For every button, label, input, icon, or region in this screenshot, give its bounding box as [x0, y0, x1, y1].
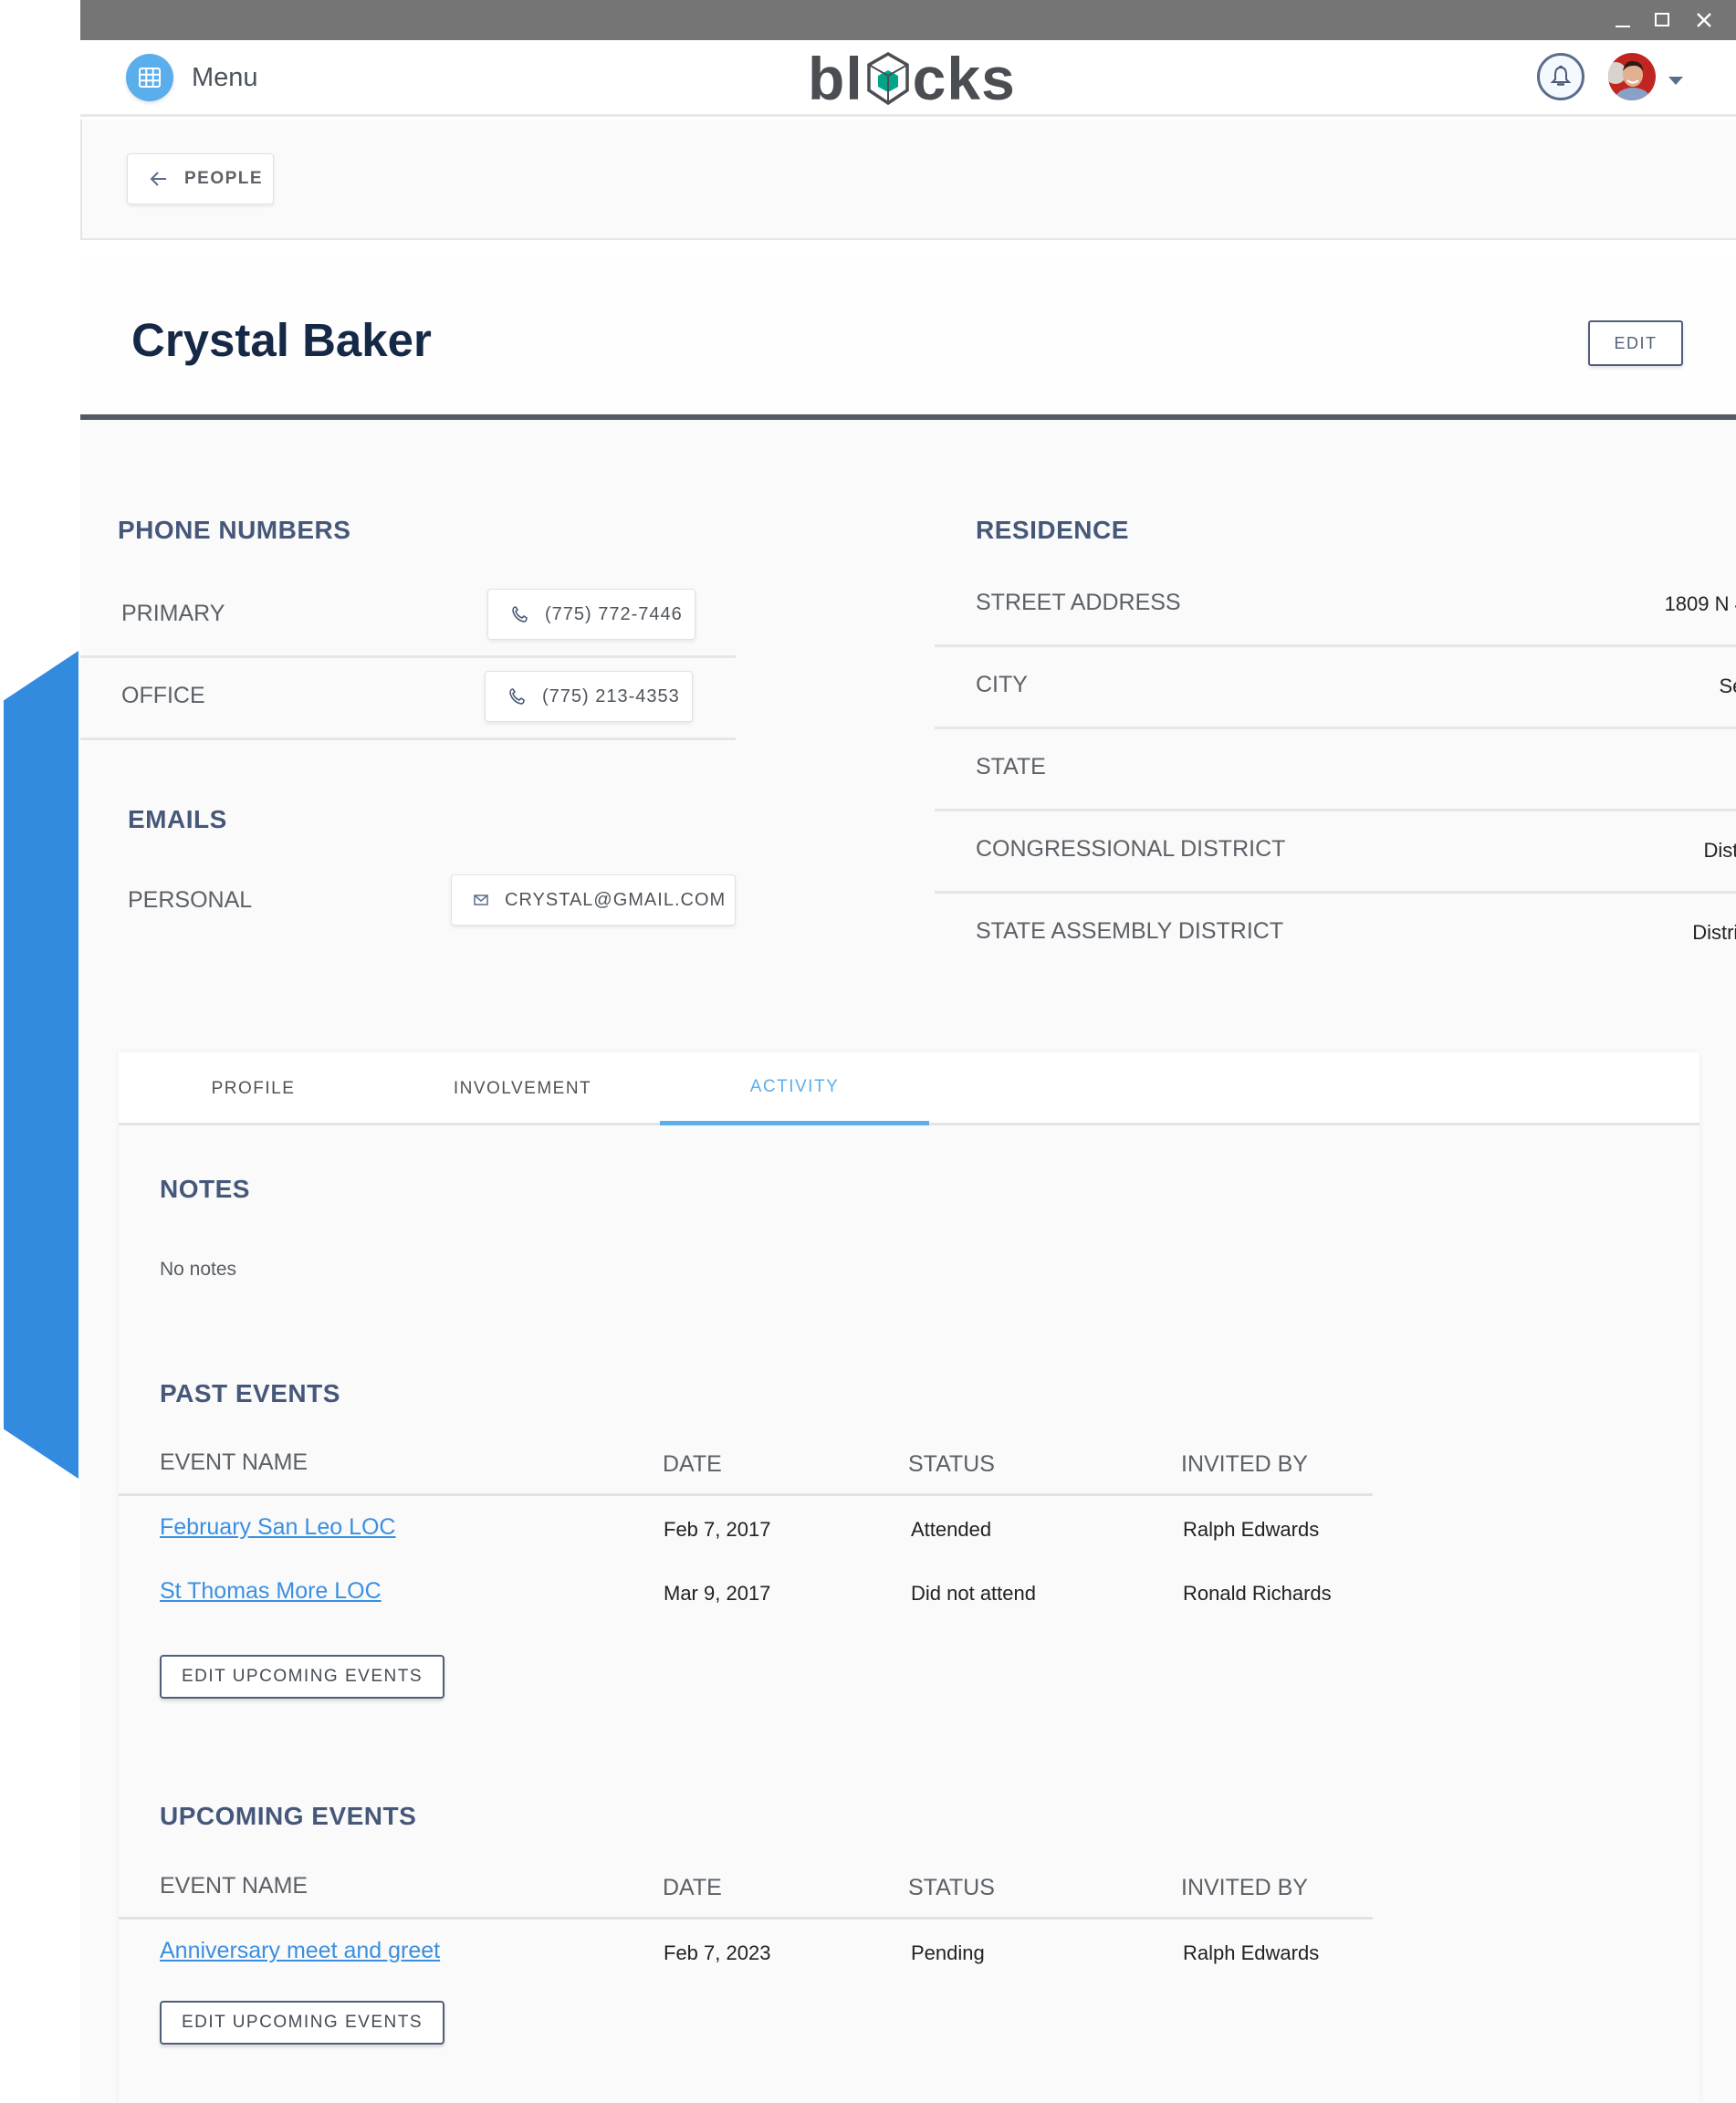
tab-profile[interactable]: PROFILE — [119, 1052, 388, 1125]
column-header: STATUS — [908, 1875, 995, 1900]
bell-icon — [1550, 65, 1572, 86]
person-header: Crystal Baker EDIT — [80, 260, 1736, 420]
menu-button[interactable]: Menu — [126, 54, 258, 101]
phone-value-primary: (775) 772-7446 — [545, 603, 683, 624]
email-label-personal: PERSONAL — [128, 887, 253, 913]
edit-upcoming-events-button[interactable]: EDIT UPCOMING EVENTS — [160, 2001, 444, 2045]
edit-past-events-button[interactable]: EDIT UPCOMING EVENTS — [160, 1655, 444, 1699]
blocks-logo[interactable]: bl cks — [808, 44, 1016, 113]
divider — [935, 644, 1736, 647]
breadcrumb-bar: PEOPLE — [80, 120, 1736, 240]
residence-label: STREET ADDRESS — [976, 590, 1181, 615]
phone-label-primary: PRIMARY — [121, 601, 225, 626]
column-header: EVENT NAME — [160, 1873, 309, 1899]
event-date: Feb 7, 2023 — [664, 1941, 771, 1964]
table-divider — [119, 1917, 1373, 1920]
residence-value: 1809 N 42 St — [1664, 592, 1736, 615]
residence-value: Seattle — [1719, 675, 1736, 697]
residence-label: STATE ASSEMBLY DISTRICT — [976, 918, 1284, 944]
notifications-button[interactable] — [1537, 53, 1584, 100]
side-panel-tab[interactable] — [4, 651, 78, 1479]
event-status: Pending — [911, 1941, 985, 1964]
column-header: INVITED BY — [1181, 1875, 1308, 1900]
cube-icon — [866, 51, 909, 106]
residence-heading: RESIDENCE — [976, 516, 1129, 544]
divider — [80, 655, 736, 658]
minimize-icon — [1616, 26, 1630, 27]
window-title-bar — [80, 0, 1736, 40]
residence-value: WA — [1508, 757, 1736, 780]
phone-numbers-heading: PHONE NUMBERS — [118, 516, 351, 544]
maximize-button[interactable] — [1655, 5, 1669, 26]
maximize-icon — [1655, 13, 1669, 26]
tab-involvement[interactable]: INVOLVEMENT — [388, 1052, 657, 1125]
tabs-bar: PROFILE INVOLVEMENT ACTIVITY — [119, 1052, 1699, 1125]
event-link[interactable]: St Thomas More LOC — [160, 1578, 382, 1605]
menu-circle — [126, 54, 173, 101]
logo-text-left: bl — [808, 45, 863, 112]
avatar-photo-icon — [1608, 53, 1656, 100]
divider — [935, 809, 1736, 811]
residence-value: District 1 — [1703, 839, 1736, 862]
divider — [935, 727, 1736, 729]
column-header: STATUS — [908, 1451, 995, 1477]
table-divider — [119, 1493, 1373, 1496]
residence-value: District 24 — [1692, 921, 1736, 944]
close-icon — [1697, 13, 1711, 27]
residence-label: CITY — [976, 672, 1028, 697]
tab-activity[interactable]: ACTIVITY — [660, 1052, 929, 1125]
phone-label-office: OFFICE — [121, 683, 205, 708]
event-status: Did not attend — [911, 1582, 1036, 1605]
column-header: DATE — [663, 1875, 722, 1900]
event-link[interactable]: February San Leo LOC — [160, 1514, 395, 1541]
event-invited-by: Ralph Edwards — [1183, 1518, 1320, 1541]
upcoming-events-heading: UPCOMING EVENTS — [160, 1802, 417, 1830]
phone-icon — [510, 605, 528, 623]
column-header: EVENT NAME — [160, 1449, 309, 1475]
back-label: PEOPLE — [184, 169, 264, 188]
divider — [935, 891, 1736, 894]
grid-icon — [139, 68, 161, 88]
divider — [80, 738, 736, 740]
logo-text-right: cks — [912, 45, 1016, 112]
email-chip-personal[interactable]: CRYSTAL@GMAIL.COM — [451, 874, 736, 926]
notes-text: No notes — [160, 1259, 237, 1280]
user-avatar[interactable] — [1608, 53, 1656, 100]
phone-icon — [507, 687, 526, 706]
notes-heading: NOTES — [160, 1175, 250, 1203]
email-value-personal: CRYSTAL@GMAIL.COM — [505, 889, 727, 910]
minimize-button[interactable] — [1616, 5, 1630, 27]
edit-person-button[interactable]: EDIT — [1588, 320, 1683, 366]
event-invited-by: Ronald Richards — [1183, 1582, 1332, 1605]
past-events-heading: PAST EVENTS — [160, 1379, 340, 1407]
arrow-left-icon — [150, 172, 166, 186]
back-to-people-button[interactable]: PEOPLE — [127, 153, 274, 204]
envelope-icon — [474, 894, 488, 906]
menu-label: Menu — [192, 62, 258, 92]
event-invited-by: Ralph Edwards — [1183, 1941, 1320, 1964]
column-header: INVITED BY — [1181, 1451, 1308, 1477]
column-header: DATE — [663, 1451, 722, 1477]
phone-chip-office[interactable]: (775) 213-4353 — [485, 671, 693, 722]
phone-chip-primary[interactable]: (775) 772-7446 — [487, 589, 695, 640]
event-status: Attended — [911, 1518, 992, 1541]
residence-label: CONGRESSIONAL DISTRICT — [976, 836, 1286, 862]
residence-label: STATE — [976, 754, 1046, 779]
event-date: Mar 9, 2017 — [664, 1582, 771, 1605]
person-name: Crystal Baker — [131, 314, 432, 366]
app-header: Menu bl cks — [80, 40, 1736, 117]
emails-heading: EMAILS — [128, 805, 227, 833]
user-menu-caret-icon[interactable] — [1668, 77, 1683, 85]
event-link[interactable]: Anniversary meet and greet — [160, 1938, 440, 1964]
phone-value-office: (775) 213-4353 — [542, 685, 680, 706]
activity-card: PROFILE INVOLVEMENT ACTIVITY NOTES No no… — [119, 1052, 1699, 2103]
close-button[interactable] — [1696, 5, 1712, 37]
event-date: Feb 7, 2017 — [664, 1518, 771, 1541]
